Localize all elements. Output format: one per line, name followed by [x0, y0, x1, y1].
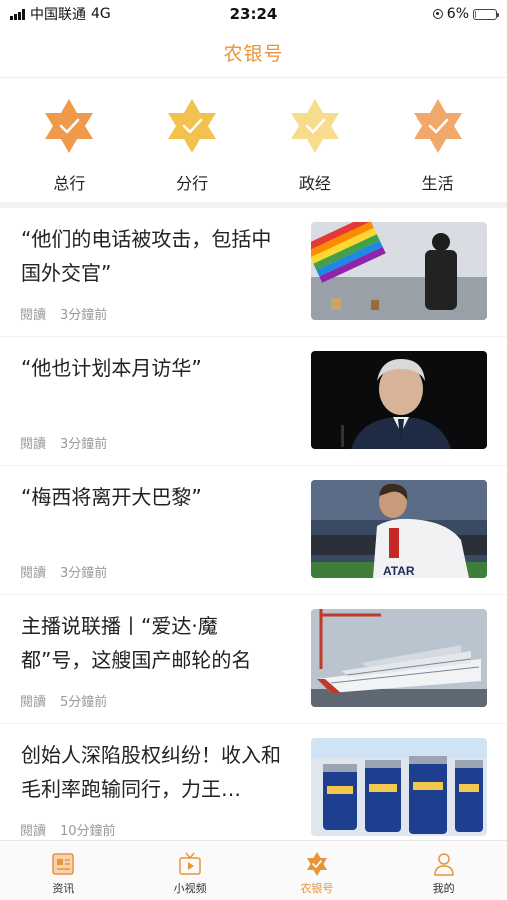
man-portrait-photo: [311, 351, 487, 449]
news-time: 3分鐘前: [60, 437, 108, 452]
tab-news[interactable]: 资讯: [0, 841, 127, 900]
news-item[interactable]: “梅西将离开大巴黎” 閱讀 3分鐘前 ATAR: [0, 466, 507, 595]
battery-fill: [475, 10, 477, 18]
carrier-name: 中国联通: [30, 7, 86, 23]
news-time: 10分鐘前: [60, 824, 116, 839]
news-meta: 閱讀 3分鐘前: [20, 304, 107, 323]
tab-mine[interactable]: 我的: [380, 841, 507, 900]
category-label: 政经: [298, 174, 331, 193]
news-thumbnail: [311, 738, 487, 836]
news-meta: 閱讀 5分鐘前: [20, 691, 107, 710]
person-icon: [433, 853, 454, 876]
read-label: 閱讀: [20, 824, 47, 839]
svg-text:ATAR: ATAR: [383, 564, 415, 578]
news-title: 主播说联播丨“爱达·魔都”号，这艘国产邮轮的名字…: [21, 614, 252, 672]
category-item[interactable]: 分行: [142, 82, 242, 194]
star-check-icon: [290, 99, 339, 153]
star-check-icon: [168, 99, 217, 153]
tab-label: 资讯: [52, 882, 75, 895]
category-item[interactable]: 生活: [388, 82, 488, 194]
news-time: 5分鐘前: [60, 695, 108, 710]
news-thumbnail: [311, 609, 487, 707]
star-icon: [306, 852, 327, 876]
category-row: 总行 分行 政经 生活: [0, 82, 507, 200]
read-label: 閱讀: [20, 566, 47, 581]
news-meta: 閱讀 10分鐘前: [20, 820, 116, 839]
news-feed[interactable]: “他们的电话被攻击，包括中国外交官” 閱讀 3分鐘前 “他也计划本月访华” 閱讀…: [0, 208, 507, 840]
cruise-ship-photo: [311, 609, 487, 707]
tab-label: 农银号: [300, 882, 334, 895]
signal-icon: [10, 8, 25, 20]
read-label: 閱讀: [20, 437, 47, 452]
tv-icon: [179, 852, 201, 875]
category-label: 分行: [176, 174, 209, 193]
tab-label: 小视频: [173, 882, 207, 895]
news-title: “梅西将离开大巴黎”: [21, 485, 202, 509]
news-thumbnail: ATAR: [311, 480, 487, 578]
category-label: 总行: [53, 174, 86, 193]
bottom-tab-bar: 资讯 小视频 农银号 我的: [0, 840, 507, 900]
network-type: 4G: [91, 6, 111, 22]
tab-nongyinhao[interactable]: 农银号: [254, 841, 381, 900]
tab-label: 我的: [432, 882, 455, 895]
news-meta: 閱讀 3分鐘前: [20, 562, 107, 581]
news-thumbnail: [311, 351, 487, 449]
status-bar: 中国联通 4G 23:24 6%: [0, 0, 507, 28]
news-title: “他也计划本月访华”: [21, 356, 202, 380]
news-meta: 閱讀 3分鐘前: [20, 433, 107, 452]
rainbow-flag-photo: [311, 222, 487, 320]
news-item[interactable]: “他也计划本月访华” 閱讀 3分鐘前: [0, 337, 507, 466]
star-check-icon: [413, 99, 462, 153]
read-label: 閱讀: [20, 695, 47, 710]
news-title: 创始人深陷股权纠纷！收入和毛利率跑输同行，力王…: [21, 743, 281, 801]
status-left: 中国联通 4G: [10, 4, 111, 24]
news-time: 3分鐘前: [60, 308, 108, 323]
football-player-photo: ATAR: [311, 480, 487, 578]
battery-percent: 6%: [446, 6, 469, 22]
news-title: “他们的电话被攻击，包括中国外交官”: [21, 227, 272, 285]
news-icon: [52, 853, 75, 875]
news-item[interactable]: 主播说联播丨“爱达·魔都”号，这艘国产邮轮的名字… 閱讀 5分鐘前: [0, 595, 507, 724]
news-item[interactable]: “他们的电话被攻击，包括中国外交官” 閱讀 3分鐘前: [0, 208, 507, 337]
tab-short-video[interactable]: 小视频: [127, 841, 254, 900]
category-item[interactable]: 总行: [19, 82, 119, 194]
news-thumbnail: [311, 222, 487, 320]
batteries-photo: [311, 738, 487, 836]
star-check-icon: [45, 99, 94, 153]
news-time: 3分鐘前: [60, 566, 108, 581]
category-item[interactable]: 政经: [265, 82, 365, 194]
status-right: 6%: [432, 6, 499, 22]
news-item[interactable]: 创始人深陷股权纠纷！收入和毛利率跑输同行，力王… 閱讀 10分鐘前: [0, 724, 507, 840]
orientation-lock-icon: [432, 9, 443, 19]
page-title: 农银号: [223, 43, 284, 65]
read-label: 閱讀: [20, 308, 47, 323]
page-header: 农银号: [0, 28, 507, 78]
category-label: 生活: [421, 174, 454, 193]
battery-icon: [473, 8, 499, 20]
